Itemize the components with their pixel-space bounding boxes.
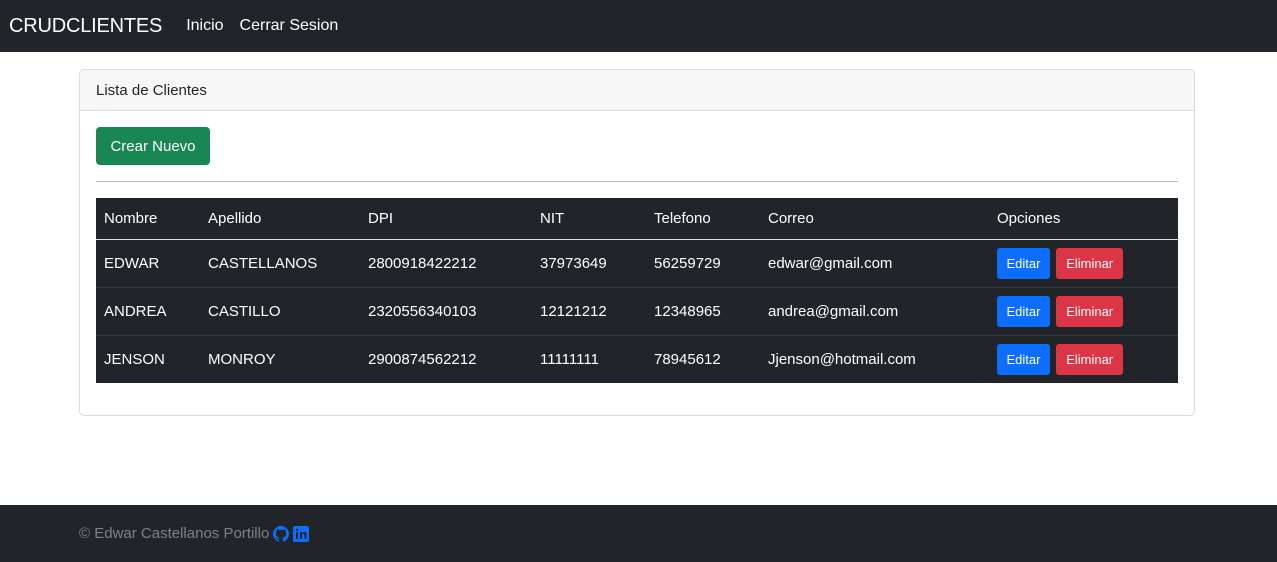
table-row: ANDREA CASTILLO 2320556340103 12121212 1… xyxy=(96,287,1178,336)
cell-opciones: Editar Eliminar xyxy=(989,335,1178,383)
column-header-apellido: Apellido xyxy=(200,198,360,240)
cell-telefono: 56259729 xyxy=(646,239,760,288)
column-header-nit: NIT xyxy=(532,198,646,240)
cell-telefono: 78945612 xyxy=(654,350,721,368)
column-header-telefono: Telefono xyxy=(646,198,760,240)
clients-card: Lista de Clientes Crear Nuevo Nombre Ape… xyxy=(79,69,1195,416)
delete-button[interactable]: Eliminar xyxy=(1056,247,1124,279)
cell-opciones: Editar Eliminar xyxy=(989,287,1178,336)
brand-link[interactable]: CRUDCLIENTES xyxy=(9,15,162,38)
edit-button[interactable]: Editar xyxy=(997,343,1050,375)
cell-apellido: CASTELLANOS xyxy=(200,239,360,288)
footer-copyright: © Edwar Castellanos Portillo xyxy=(79,525,270,542)
cell-dpi: 2800918422212 xyxy=(360,239,532,288)
edit-button[interactable]: Editar xyxy=(997,295,1050,327)
create-new-button[interactable]: Crear Nuevo xyxy=(96,127,210,165)
table-header-row: Nombre Apellido DPI NIT Telefono Correo … xyxy=(96,198,1178,240)
cell-nit: 37973649 xyxy=(532,239,646,288)
cell-nombre: EDWAR xyxy=(96,239,200,288)
divider xyxy=(96,181,1178,182)
column-header-correo: Correo xyxy=(760,198,989,240)
nav-link-inicio[interactable]: Inicio xyxy=(186,17,223,35)
cell-nombre: ANDREA xyxy=(96,287,200,336)
cell-dpi: 2900874562212 xyxy=(368,350,477,368)
column-header-dpi: DPI xyxy=(360,198,532,240)
table-row: EDWAR CASTELLANOS 2800918422212 37973649… xyxy=(96,239,1178,288)
cell-opciones: Editar Eliminar xyxy=(989,239,1178,288)
cell-nombre: JENSON xyxy=(104,350,165,368)
cell-correo: edwar@gmail.com xyxy=(760,239,989,288)
cell-apellido: CASTILLO xyxy=(200,287,360,336)
nav-link-cerrar-sesion[interactable]: Cerrar Sesion xyxy=(240,17,339,35)
cell-dpi: 2320556340103 xyxy=(360,287,532,336)
edit-button[interactable]: Editar xyxy=(997,247,1050,279)
top-navbar: CRUDCLIENTES Inicio Cerrar Sesion xyxy=(0,0,1277,52)
card-header: Lista de Clientes xyxy=(80,70,1194,111)
cell-correo: Jjenson@hotmail.com xyxy=(768,350,916,368)
delete-button[interactable]: Eliminar xyxy=(1056,295,1124,327)
cell-correo: andrea@gmail.com xyxy=(760,287,989,336)
cell-telefono: 12348965 xyxy=(646,287,760,336)
cell-nit: 11111111 xyxy=(540,350,599,368)
linkedin-icon[interactable] xyxy=(293,525,310,542)
table-row: JENSON MONROY 2900874562212 11111111 789… xyxy=(96,335,1178,383)
page-footer: © Edwar Castellanos Portillo xyxy=(0,505,1277,562)
cell-apellido: MONROY xyxy=(208,350,276,368)
clients-table: Nombre Apellido DPI NIT Telefono Correo … xyxy=(96,198,1178,383)
column-header-nombre: Nombre xyxy=(96,198,200,240)
github-icon[interactable] xyxy=(273,525,290,542)
column-header-opciones: Opciones xyxy=(989,198,1178,240)
delete-button[interactable]: Eliminar xyxy=(1056,343,1124,375)
cell-nit: 12121212 xyxy=(532,287,646,336)
